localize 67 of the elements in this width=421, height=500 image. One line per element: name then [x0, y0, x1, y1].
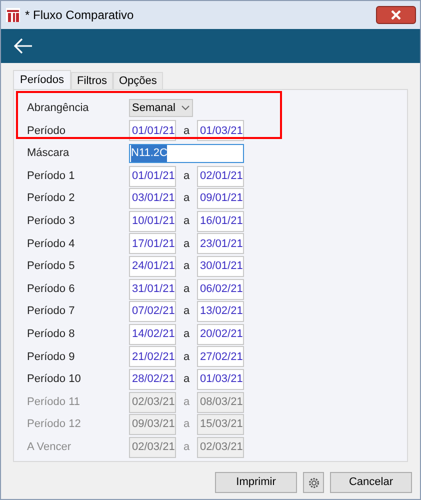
print-button[interactable]: Imprimir: [215, 472, 297, 493]
date-field[interactable]: 16/01/21: [197, 210, 244, 232]
date-field[interactable]: 03/01/21: [129, 188, 176, 210]
range-separator: a: [182, 440, 191, 455]
date-field[interactable]: 21/02/21: [129, 346, 176, 368]
date-field[interactable]: 01/01/21: [129, 120, 176, 142]
date-field[interactable]: 27/02/21: [197, 346, 244, 368]
field-label: Período 5: [27, 259, 76, 274]
field-label: Período 4: [27, 236, 76, 252]
range-separator: a: [182, 124, 191, 139]
period-type-dropdown[interactable]: Semanal: [129, 99, 193, 118]
date-field[interactable]: 01/01/21: [129, 166, 176, 187]
date-field[interactable]: 01/03/21: [197, 120, 244, 142]
date-field[interactable]: 17/01/21: [129, 233, 176, 254]
date-field[interactable]: 10/01/21: [129, 210, 176, 232]
back-arrow-icon[interactable]: [13, 38, 33, 54]
field-label: Máscara: [27, 146, 70, 162]
date-field[interactable]: 09/01/21: [197, 188, 244, 210]
chevron-icon: [181, 105, 190, 112]
range-separator: a: [182, 326, 191, 342]
field-label: Período 2: [27, 191, 76, 206]
field-label: Período 12: [27, 417, 82, 432]
range-separator: a: [182, 350, 191, 365]
field-label: Período: [27, 124, 67, 139]
range-separator: a: [182, 168, 191, 184]
range-separator: a: [182, 236, 191, 252]
date-field[interactable]: 02/01/21: [197, 166, 244, 187]
settings-icon: [308, 476, 320, 488]
date-field[interactable]: 14/02/21: [129, 324, 176, 345]
field-label: Período 1: [27, 168, 76, 184]
tab[interactable]: Períodos: [13, 70, 72, 90]
date-field[interactable]: 28/02/21: [129, 368, 176, 390]
range-separator: a: [182, 417, 191, 432]
field-label: Período 11: [27, 394, 82, 410]
range-separator: a: [182, 259, 191, 274]
date-field[interactable]: 23/01/21: [197, 233, 244, 254]
date-field[interactable]: 06/02/21: [197, 278, 244, 300]
field-label: Período 6: [27, 282, 76, 297]
range-separator: a: [182, 282, 191, 297]
date-field[interactable]: 07/02/21: [129, 301, 176, 322]
date-field[interactable]: 01/03/21: [197, 368, 244, 390]
app-logo-icon: [5, 7, 21, 23]
field-label: Período 3: [27, 214, 76, 230]
range-separator: a: [182, 372, 191, 388]
close-icon: [391, 10, 401, 20]
settings-button[interactable]: [303, 472, 324, 493]
date-field[interactable]: 31/01/21: [129, 278, 176, 300]
window-title: * Fluxo Comparativo: [25, 7, 134, 24]
range-separator: a: [182, 191, 191, 206]
field-label: Período 7: [27, 304, 76, 320]
field-label: Período 8: [27, 326, 76, 342]
date-field[interactable]: 24/01/21: [129, 256, 176, 277]
range-separator: a: [182, 214, 191, 230]
field-label: Abrangência: [27, 101, 90, 116]
field-label: A Vencer: [27, 440, 72, 455]
field-label: Período 10: [27, 372, 82, 388]
mask-field[interactable]: N11.2C: [129, 144, 244, 163]
close-button[interactable]: [376, 6, 416, 24]
date-field[interactable]: 20/02/21: [197, 324, 244, 345]
range-separator: a: [182, 304, 191, 320]
range-separator: a: [182, 394, 191, 410]
date-field[interactable]: 13/02/21: [197, 301, 244, 322]
tab[interactable]: Filtros: [71, 72, 113, 89]
tab[interactable]: Opções: [112, 72, 163, 89]
field-label: Período 9: [27, 350, 76, 365]
cancel-button[interactable]: Cancelar: [330, 472, 412, 493]
date-field[interactable]: 30/01/21: [197, 256, 244, 277]
